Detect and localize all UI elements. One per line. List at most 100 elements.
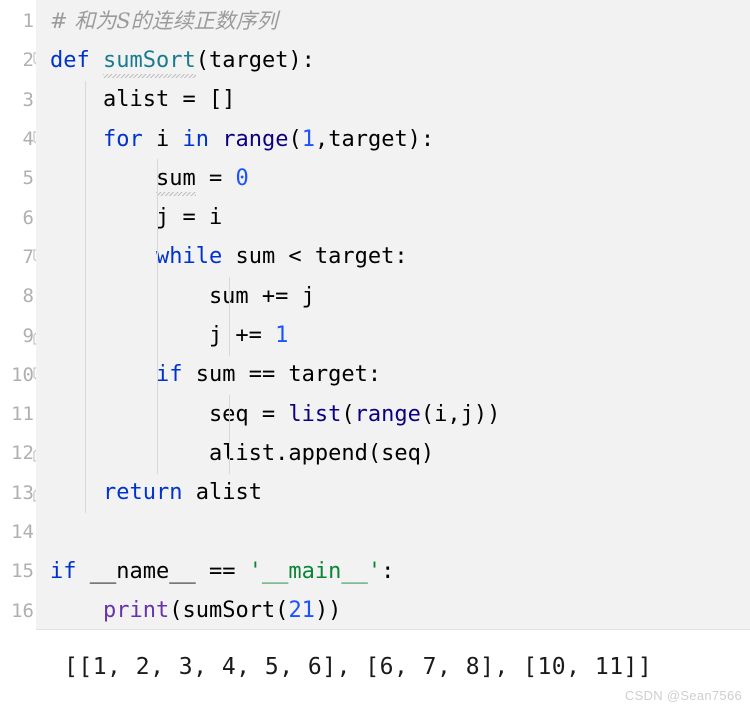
code-token-str: '__main__' [248, 558, 382, 584]
gutter-row: 13 [0, 474, 48, 513]
gutter-row: 8 [0, 277, 36, 316]
code-editor[interactable]: 1 2 3 4 5 6 7 8 9 10 11 12 13 14 15 16 # 和为S的连续正数序列 def … [0, 0, 750, 630]
code-token-kw: if [50, 558, 77, 584]
code-line[interactable]: for i in range(1 ,target): [36, 120, 750, 159]
code-line[interactable]: while sum < target: [36, 238, 750, 277]
indent-guide [229, 277, 230, 356]
line-number: 8 [22, 285, 34, 308]
line-number: 6 [22, 206, 34, 229]
code-token-plain: j = i [50, 205, 223, 231]
gutter-row: 14 [0, 513, 36, 552]
code-token-plain: alist.append(seq) [50, 440, 435, 466]
line-number: 14 [11, 521, 34, 543]
code-token-num: 21 [288, 598, 315, 624]
line-number: 5 [22, 167, 34, 190]
line-number-gutter[interactable]: 1 2 3 4 5 6 7 8 9 10 11 12 13 14 15 16 [0, 0, 48, 631]
gutter-row: 3 [0, 81, 36, 120]
code-token-num: 1 [275, 323, 289, 349]
line-number: 16 [11, 599, 34, 622]
gutter-row: 15 [0, 552, 36, 591]
code-line[interactable]: def sumSort (target): [36, 41, 750, 80]
code-token-plain: ( [341, 401, 355, 427]
line-number: 11 [11, 403, 34, 426]
code-token-plain: ,target): [314, 126, 435, 152]
gutter-row: 1 [0, 2, 36, 41]
code-token-builtin: range [354, 401, 421, 427]
gutter-row: 5 [0, 159, 36, 198]
code-token-func: sumSort [103, 47, 196, 73]
code-token-kw: while [155, 244, 223, 270]
code-line[interactable] [36, 513, 750, 552]
csdn-watermark: CSDN @Sean7566 [624, 688, 742, 703]
code-content-pane[interactable]: # 和为S的连续正数序列 def sumSort (target): alist =… [36, 0, 750, 630]
gutter-row: 9 [0, 316, 48, 355]
code-token-num: 0 [235, 165, 249, 191]
code-token-plain: = [195, 165, 236, 191]
indent-guide [229, 395, 230, 474]
code-line[interactable]: j += 1 [36, 316, 750, 355]
code-token-plain: j += [50, 323, 276, 349]
code-token-plain: sum < target: [222, 244, 408, 270]
code-line[interactable]: return alist [36, 474, 750, 513]
indent-guide [157, 159, 158, 474]
inspection-squiggle: sum [155, 165, 196, 196]
code-token-plain: alist = [] [50, 87, 236, 113]
code-token-plain: : [381, 558, 395, 584]
code-token-num: 1 [301, 126, 315, 152]
code-token-plain: (sumSort( [169, 598, 289, 624]
gutter-row: 7 [0, 238, 48, 277]
gutter-row: 10 [0, 356, 48, 395]
code-line[interactable]: alist.append(seq) [36, 434, 750, 473]
code-token-plain: i [142, 126, 183, 152]
code-line[interactable]: # 和为S的连续正数序列 [36, 2, 750, 41]
code-token-plain: )) [314, 598, 342, 624]
code-rows: # 和为S的连续正数序列 def sumSort (target): alist =… [36, 0, 750, 630]
gutter-row: 12 [0, 434, 48, 473]
gutter-row: 4 [0, 120, 48, 159]
code-line[interactable]: sum = 0 [36, 159, 750, 198]
console-output-area: [[1, 2, 3, 4, 5, 6], [6, 7, 8], [10, 11]… [0, 632, 750, 709]
code-line[interactable]: if sum == target: [36, 356, 750, 395]
gutter-row: 2 [0, 41, 48, 80]
code-token-plain: sum [155, 165, 196, 191]
line-number: 15 [11, 560, 34, 583]
inspection-squiggle: sumSort [103, 47, 196, 78]
code-token-plain: (target): [195, 47, 315, 73]
gutter-rows: 1 2 3 4 5 6 7 8 9 10 11 12 13 14 15 16 [0, 0, 48, 631]
code-token-plain: (i,j)) [420, 401, 501, 427]
code-line[interactable]: print (sumSort(21)) [36, 591, 750, 630]
gutter-row: 11 [0, 395, 36, 434]
line-number: 3 [22, 88, 34, 111]
code-line[interactable]: j = i [36, 198, 750, 237]
code-token-plain: sum += j [50, 283, 315, 309]
line-number: 1 [22, 10, 34, 33]
code-token-plain: sum == target: [182, 362, 382, 388]
code-token-plain: ( [288, 126, 302, 152]
code-token-print: print [102, 598, 170, 624]
code-line[interactable]: alist = [] [36, 81, 750, 120]
console-output-text: [[1, 2, 3, 4, 5, 6], [6, 7, 8], [10, 11]… [64, 654, 653, 680]
code-token-kw: return [102, 480, 183, 506]
code-token-builtin: range [222, 126, 289, 152]
code-line[interactable]: if __name__ == '__main__': [36, 552, 750, 591]
code-token-kw: if [155, 362, 183, 388]
gutter-row: 6 [0, 198, 36, 237]
code-line[interactable]: seq = list(range (i,j)) [36, 395, 750, 434]
code-token-plain: __name__ == [76, 558, 249, 584]
code-line[interactable]: sum += j [36, 277, 750, 316]
code-block-bottom-divider [36, 629, 750, 630]
code-token-kw: def [50, 47, 90, 73]
code-token-builtin: list [288, 401, 342, 427]
code-token-kw: in [182, 126, 209, 152]
gutter-row: 16 [0, 591, 36, 630]
code-token-kw: for [102, 126, 143, 152]
code-token-comment: # 和为S的连续正数序列 [50, 9, 278, 34]
